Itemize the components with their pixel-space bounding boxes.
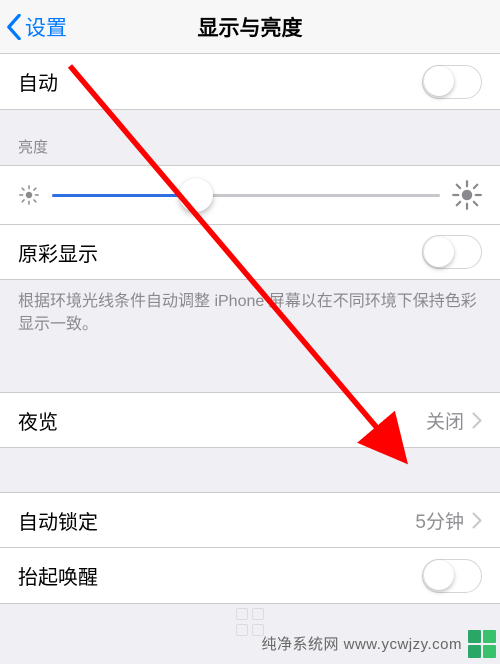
auto-lock-row[interactable]: 自动锁定 5分钟: [0, 492, 500, 548]
chevron-right-icon: [472, 412, 482, 429]
sun-min-icon: [18, 184, 40, 206]
auto-brightness-switch[interactable]: [422, 65, 482, 99]
page-title: 显示与亮度: [0, 12, 500, 42]
raise-to-wake-label: 抬起唤醒: [18, 561, 98, 590]
auto-lock-label: 自动锁定: [18, 506, 98, 535]
brightness-slider[interactable]: [52, 194, 440, 197]
watermark-text: 纯净系统网 www.ycwjzy.com: [261, 633, 462, 654]
watermark-ghost-icon: [236, 608, 264, 636]
brightness-slider-knob[interactable]: [179, 178, 213, 212]
nav-bar: 设置 显示与亮度: [0, 0, 500, 54]
back-label: 设置: [25, 12, 67, 42]
spacer: [0, 448, 500, 492]
sun-max-icon: [452, 180, 482, 210]
night-shift-row[interactable]: 夜览 关闭: [0, 392, 500, 448]
auto-brightness-row: 自动: [0, 54, 500, 110]
brightness-slider-row: [0, 165, 500, 224]
raise-to-wake-switch[interactable]: [422, 559, 482, 593]
auto-lock-value: 5分钟: [415, 507, 464, 534]
night-shift-value: 关闭: [426, 407, 464, 434]
brightness-slider-fill: [52, 194, 196, 197]
back-button[interactable]: 设置: [6, 12, 67, 42]
watermark-logo-icon: [468, 630, 496, 658]
raise-to-wake-row: 抬起唤醒: [0, 548, 500, 604]
true-tone-row: 原彩显示: [0, 224, 500, 280]
night-shift-label: 夜览: [18, 406, 58, 435]
true-tone-label: 原彩显示: [18, 238, 98, 267]
chevron-right-icon: [472, 512, 482, 529]
true-tone-footer: 根据环境光线条件自动调整 iPhone 屏幕以在不同环境下保持色彩显示一致。: [0, 280, 500, 354]
brightness-section-header: 亮度: [0, 110, 500, 165]
true-tone-switch[interactable]: [422, 235, 482, 269]
spacer: [0, 354, 500, 392]
auto-brightness-label: 自动: [18, 67, 58, 96]
chevron-left-icon: [6, 14, 22, 40]
